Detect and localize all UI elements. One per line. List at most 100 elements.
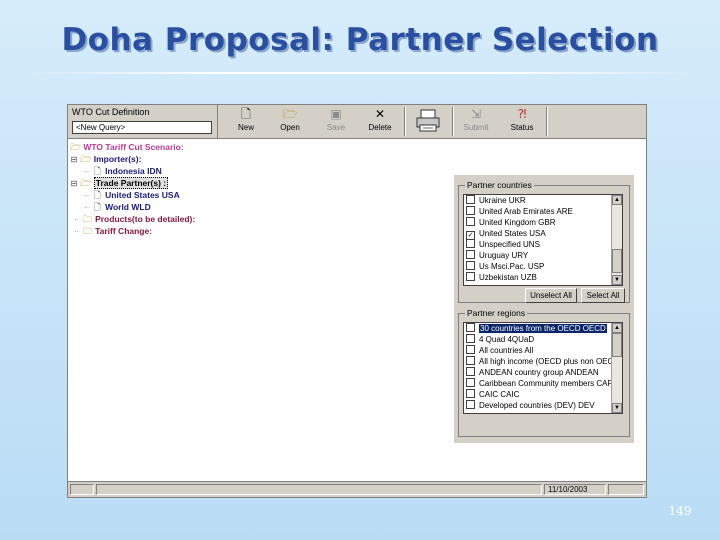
document-icon: 🗋 [93, 190, 101, 200]
document-icon: 🗋 [93, 202, 101, 212]
open-folder-icon: 🗁 [80, 154, 92, 164]
list-item[interactable]: Us Msci.Pac. USP [464, 261, 622, 272]
scrollbar[interactable]: ▲ ▼ [611, 195, 622, 285]
checkbox[interactable] [466, 217, 475, 226]
checkbox[interactable] [466, 345, 475, 354]
page-number: 149 [668, 504, 692, 518]
folder-icon: 🗀 [82, 214, 92, 224]
list-item-label: Developed countries (DEV) DEV [479, 401, 595, 410]
folder-icon: 🗀 [82, 226, 92, 236]
save-button[interactable]: ▣ Save [314, 106, 358, 137]
list-item-label: Uruguay URY [479, 251, 529, 260]
new-button[interactable]: 🗋 New [224, 106, 268, 137]
list-item[interactable]: 4 Quad 4QUaD [464, 334, 622, 345]
open-button[interactable]: 🗁 Open [268, 106, 312, 137]
scrollbar[interactable]: ▲ ▼ [611, 323, 622, 413]
checkbox[interactable] [466, 389, 475, 398]
definition-label: WTO Cut Definition [72, 107, 150, 117]
definition-panel: WTO Cut Definition <New Query> [68, 105, 218, 139]
list-item[interactable]: United Arab Emirates ARE [464, 206, 622, 217]
unselect-all-button[interactable]: Unselect All [525, 288, 577, 303]
open-folder-icon: 🗁 [70, 142, 82, 152]
scroll-thumb[interactable] [612, 333, 622, 357]
list-item-label: ANDEAN country group ANDEAN [479, 368, 599, 377]
slide-title: Doha Proposal: Partner Selection [61, 22, 659, 58]
toolbar-separator [546, 107, 548, 136]
list-item-label: United Arab Emirates ARE [479, 207, 573, 216]
checkbox[interactable] [466, 400, 475, 409]
submit-button[interactable]: ⇲ Submit [454, 106, 498, 137]
list-item-label: Ukraine UKR [479, 196, 526, 205]
checkbox[interactable] [466, 195, 475, 204]
list-item[interactable]: Unspecified UNS [464, 239, 622, 250]
checkbox[interactable] [466, 378, 475, 387]
list-item[interactable]: United Kingdom GBR [464, 217, 622, 228]
list-item[interactable]: Ukraine UKR [464, 195, 622, 206]
status-icon: ⁈ [517, 107, 527, 121]
scroll-up-icon[interactable]: ▲ [612, 323, 622, 333]
tree-node-importers[interactable]: ⊟ 🗁 Importer(s): [70, 153, 142, 166]
status-cell [70, 484, 94, 495]
tree-node-importer-item[interactable]: ·· 🗋 Indonesia IDN [84, 165, 162, 177]
list-item[interactable]: CAIC CAIC [464, 389, 622, 400]
status-cell [96, 484, 542, 495]
new-document-icon: 🗋 [241, 107, 251, 121]
printer-icon [416, 109, 440, 132]
list-item[interactable]: ANDEAN country group ANDEAN [464, 367, 622, 378]
list-item[interactable]: Developed countries (DEV) DEV [464, 400, 622, 411]
delete-button[interactable]: ✕ Delete [358, 106, 402, 137]
list-item-label: All high income (OECD plus non OEC [479, 357, 614, 366]
checkbox[interactable] [466, 272, 475, 281]
list-item[interactable]: ✓ United States USA [464, 228, 622, 240]
query-select[interactable]: <New Query> [72, 121, 212, 134]
title-underline [20, 72, 700, 74]
tree-node-products[interactable]: ·· 🗀 Products(to be detailed): [74, 213, 195, 225]
partner-countries-group: Partner countries Ukraine UKR United Arab… [458, 180, 630, 303]
collapse-icon[interactable]: ⊟ [70, 178, 78, 190]
print-button[interactable] [406, 106, 450, 137]
tree-node-partner-item[interactable]: ·· 🗋 World WLD [84, 201, 151, 213]
scroll-thumb[interactable] [612, 249, 622, 273]
checkbox[interactable] [466, 250, 475, 259]
list-item-label: Us Msci.Pac. USP [479, 262, 545, 271]
collapse-icon[interactable]: ⊟ [70, 154, 78, 166]
open-folder-icon: 🗁 [282, 107, 298, 121]
checkbox[interactable] [466, 239, 475, 248]
application-window: WTO Cut Definition <New Query> 🗋 New 🗁 O… [67, 104, 647, 498]
scroll-up-icon[interactable]: ▲ [612, 195, 622, 205]
list-item-label: CAIC CAIC [479, 390, 520, 399]
list-item[interactable]: Uruguay URY [464, 250, 622, 261]
checkbox[interactable] [466, 356, 475, 365]
open-folder-icon: 🗁 [80, 178, 92, 188]
select-all-button[interactable]: Select All [581, 288, 625, 303]
checkbox[interactable] [466, 334, 475, 343]
save-disk-icon: ▣ [330, 107, 342, 121]
list-item-label: 30 countries from the OECD OECD [479, 324, 607, 333]
tree-node-root[interactable]: 🗁 WTO Tariff Cut Scenario: [70, 141, 184, 153]
tree-node-partners[interactable]: ⊟ 🗁 Trade Partner(s) : [70, 177, 169, 190]
partner-regions-list[interactable]: 30 countries from the OECD OECD 4 Quad 4Q… [463, 322, 623, 414]
checkbox[interactable] [466, 261, 475, 270]
toolbar: 🗋 New 🗁 Open ▣ Save ✕ Delete ⇲ Submit ⁈ … [218, 105, 646, 139]
tree-node-partner-item[interactable]: ·· 🗋 United States USA [84, 189, 180, 201]
status-date: 11/10/2003 [544, 484, 606, 495]
tree-node-tariff[interactable]: ·· 🗀 Tariff Change: [74, 225, 152, 237]
partner-regions-title: Partner regions [465, 308, 528, 318]
list-item-label: All countries All [479, 346, 534, 355]
list-item[interactable]: Caribbean Community members CAF [464, 378, 622, 389]
checkbox[interactable] [466, 206, 475, 215]
status-button[interactable]: ⁈ Status [500, 106, 544, 137]
list-item[interactable]: Uzbekistan UZB [464, 272, 622, 283]
checkbox[interactable] [466, 367, 475, 376]
list-item[interactable]: 30 countries from the OECD OECD [464, 323, 622, 334]
list-item[interactable]: All countries All [464, 345, 622, 356]
list-item[interactable]: All high income (OECD plus non OEC [464, 356, 622, 367]
partner-countries-title: Partner countries [465, 180, 534, 190]
checkbox[interactable] [466, 323, 475, 332]
list-item-label: United Kingdom GBR [479, 218, 556, 227]
selection-panel: Partner countries Ukraine UKR United Arab… [454, 175, 634, 443]
scroll-down-icon[interactable]: ▼ [612, 275, 622, 285]
partner-countries-list[interactable]: Ukraine UKR United Arab Emirates ARE Unite… [463, 194, 623, 286]
list-item-label: Caribbean Community members CAF [479, 379, 613, 388]
scroll-down-icon[interactable]: ▼ [612, 403, 622, 413]
